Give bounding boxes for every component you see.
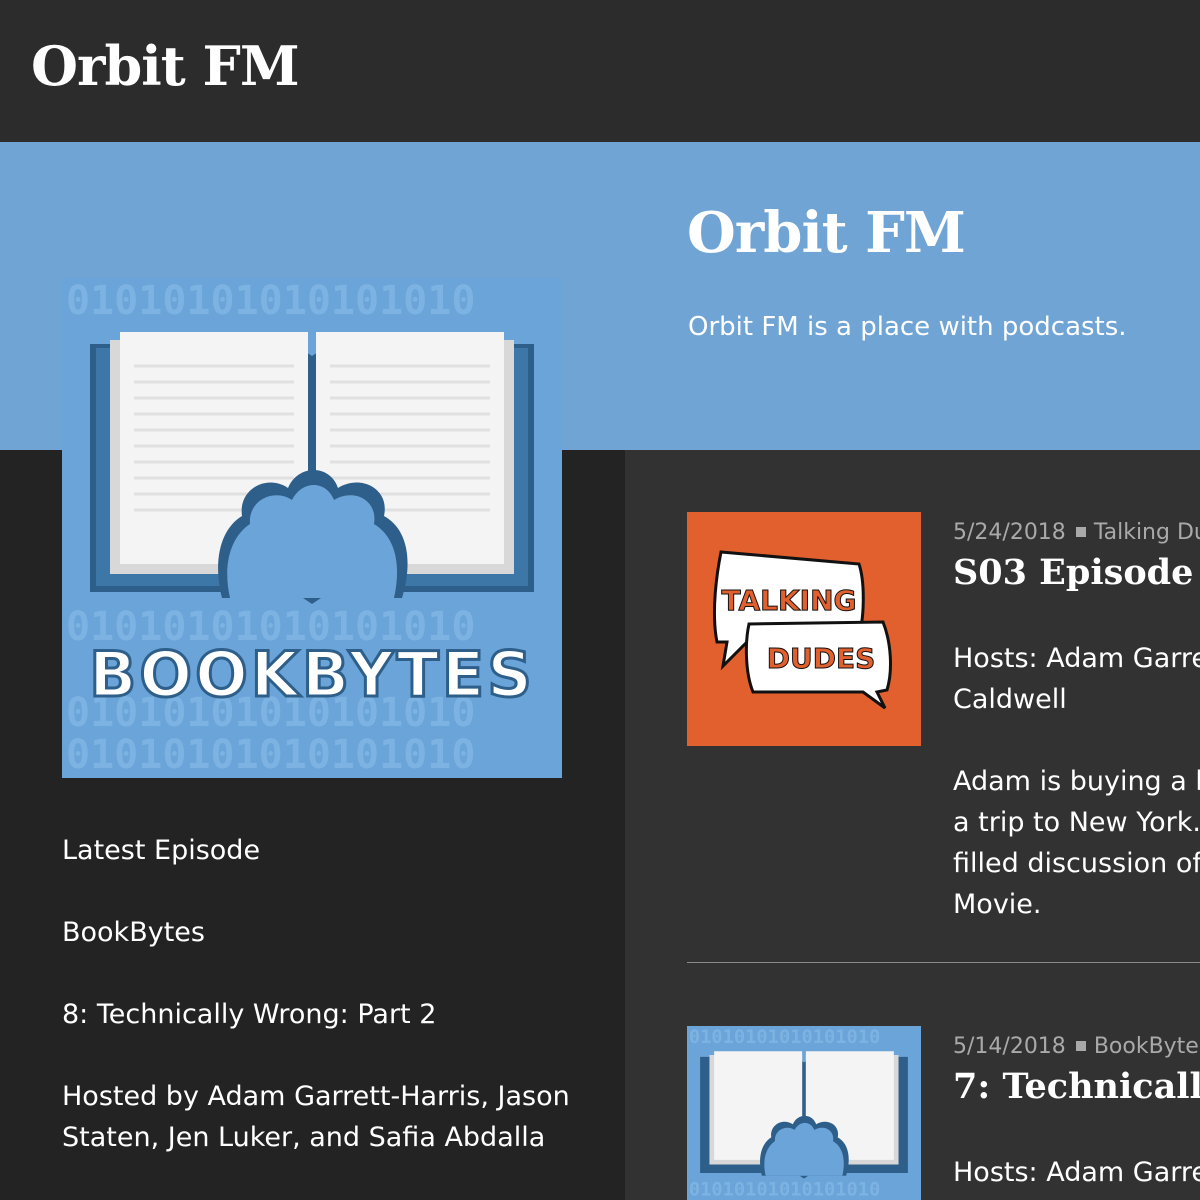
text-line: Adam is buying a h xyxy=(953,766,1200,797)
binary-row: 01010101010101010 xyxy=(689,1179,880,1200)
text-line: Caldwell xyxy=(953,684,1067,715)
bookbytes-thumb-art: 01010101010101010 01010101010101010 xyxy=(687,1026,921,1200)
talking-dudes-art: TALKING DUDES xyxy=(687,512,921,746)
episode-title-link[interactable]: S03 Episode 0 xyxy=(953,552,1200,593)
latest-episode-heading: Latest Episode xyxy=(62,835,261,866)
episode-divider xyxy=(687,962,1200,963)
binary-row: 01010101010101010 xyxy=(66,278,475,324)
bookbytes-thumbnail[interactable]: 01010101010101010 01010101010101010 xyxy=(687,1026,921,1200)
episode-title-link[interactable]: 7: Technically xyxy=(953,1066,1200,1107)
bookbytes-wordmark: BOOKBYTES xyxy=(89,638,535,711)
episode-show-link[interactable]: BookBytes xyxy=(1094,1034,1200,1059)
text-line: Movie. xyxy=(953,889,1042,920)
episode-description: Hosts: Adam Garre xyxy=(953,1152,1200,1200)
episode-meta: 5/24/2018 Talking Du xyxy=(953,520,1200,545)
episode-title-link[interactable]: 8: Technically Wrong: Part 2 xyxy=(62,994,582,1035)
hero-title: Orbit FM xyxy=(687,200,966,266)
sidebar-links: Latest Episode BookBytes 8: Technically … xyxy=(62,830,582,1158)
talking-text: TALKING xyxy=(722,584,857,617)
book-icon xyxy=(700,1051,908,1179)
episode-show-link[interactable]: Talking Du xyxy=(1094,520,1200,545)
episode-meta: 5/14/2018 BookBytes xyxy=(953,1034,1200,1059)
podcast-name-link[interactable]: BookBytes xyxy=(62,912,582,953)
book-icon xyxy=(90,332,534,604)
episode-hosts: Hosts: Adam Garre Caldwell xyxy=(953,638,1200,720)
separator-square-icon xyxy=(1075,527,1086,537)
text-line: Hosts: Adam Garre xyxy=(953,643,1200,674)
text-line: a trip to New York. xyxy=(953,807,1200,838)
bookbytes-cover-art[interactable]: 01010101010101010 01010101010101010 0101… xyxy=(62,278,562,778)
episode-hosts: Hosts: Adam Garre xyxy=(953,1152,1200,1193)
site-header: Orbit FM xyxy=(0,0,1200,142)
site-title-link[interactable]: Orbit FM xyxy=(31,34,300,98)
hero-description: Orbit FM is a place with podcasts. xyxy=(688,312,1127,342)
talking-dudes-thumbnail[interactable]: TALKING DUDES xyxy=(687,512,921,746)
text-line: filled discussion of xyxy=(953,848,1200,879)
episode-date: 5/24/2018 xyxy=(953,520,1066,545)
hosts-text: Hosted by Adam Garrett-Harris, Jason Sta… xyxy=(62,1081,570,1153)
episode-date: 5/14/2018 xyxy=(953,1034,1066,1059)
binary-row: 01010101010101010 xyxy=(66,732,475,778)
binary-row: 01010101010101010 xyxy=(689,1027,880,1048)
dudes-text: DUDES xyxy=(767,642,876,675)
separator-square-icon xyxy=(1075,1041,1086,1051)
text-line: Hosts: Adam Garre xyxy=(953,1157,1200,1188)
episode-description: Hosts: Adam Garre Caldwell Adam is buyin… xyxy=(953,638,1200,966)
bookbytes-cover-svg: 01010101010101010 01010101010101010 0101… xyxy=(62,278,562,778)
episode-summary: Adam is buying a h a trip to New York. f… xyxy=(953,761,1200,925)
